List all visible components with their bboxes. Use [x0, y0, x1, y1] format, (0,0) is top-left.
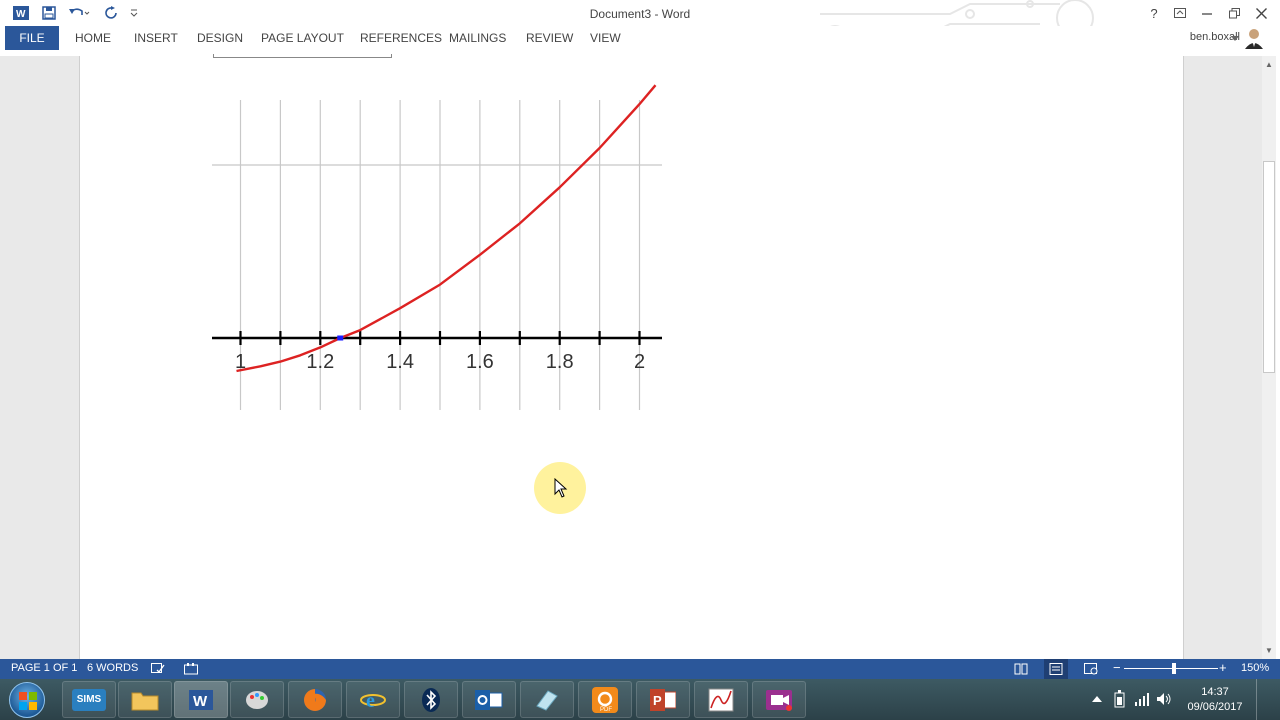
- x-tick-label: 1.6: [466, 351, 494, 373]
- taskbar-firefox-icon[interactable]: [288, 681, 342, 718]
- grid-vertical-lines: [239, 100, 641, 410]
- clock-time: 14:37: [1201, 686, 1229, 698]
- taskbar-bluetooth-icon[interactable]: [404, 681, 458, 718]
- show-desktop-button[interactable]: [1256, 679, 1280, 720]
- page-count[interactable]: PAGE 1 OF 1: [11, 662, 77, 674]
- start-button[interactable]: [9, 682, 45, 718]
- zoom-in-button[interactable]: +: [1219, 660, 1227, 675]
- taskbar-sims[interactable]: SIMS: [62, 681, 116, 718]
- series-group: [236, 84, 657, 373]
- system-clock[interactable]: 14:37 09/06/2017: [1176, 685, 1254, 715]
- zoom-slider-thumb[interactable]: [1172, 663, 1176, 674]
- taskbar-media-app-icon[interactable]: [752, 681, 806, 718]
- volume-icon[interactable]: [1156, 691, 1172, 707]
- network-signal-icon[interactable]: [1134, 691, 1150, 707]
- zoom-out-button[interactable]: −: [1113, 660, 1121, 675]
- taskbar-word-icon[interactable]: W: [174, 681, 228, 718]
- zoom-level[interactable]: 150%: [1241, 662, 1269, 674]
- windows-logo-icon: [19, 692, 37, 710]
- tray-overflow-icon[interactable]: [1092, 695, 1102, 703]
- sims-label: SIMS: [72, 688, 106, 711]
- word-count[interactable]: 6 WORDS: [87, 662, 138, 674]
- battery-icon[interactable]: [1114, 690, 1126, 708]
- graph-chart[interactable]: 1 1.2 1.4 1.6 1.8 2: [0, 0, 1280, 720]
- taskbar-file-explorer-icon[interactable]: [118, 681, 172, 718]
- taskbar-internet-explorer-icon[interactable]: e: [346, 681, 400, 718]
- x-tick-label: 2: [634, 351, 645, 373]
- root-marker-point: [337, 335, 344, 341]
- taskbar-powerpoint-icon[interactable]: P: [636, 681, 690, 718]
- taskbar-paint-icon[interactable]: [230, 681, 284, 718]
- taskbar-outlook-icon[interactable]: [462, 681, 516, 718]
- svg-text:PDF: PDF: [600, 707, 612, 713]
- macro-record-icon[interactable]: [184, 663, 198, 675]
- proofing-icon[interactable]: [151, 663, 165, 675]
- svg-text:e: e: [366, 690, 375, 712]
- svg-text:W: W: [193, 693, 208, 710]
- x-tick-label: 1.4: [386, 351, 414, 373]
- clock-date: 09/06/2017: [1187, 701, 1243, 713]
- svg-text:P: P: [653, 693, 662, 708]
- scroll-up-icon[interactable]: ▲: [1262, 58, 1276, 72]
- taskbar-pdf-icon[interactable]: PDF: [578, 681, 632, 718]
- taskbar-graph-app-icon[interactable]: [694, 681, 748, 718]
- print-layout-icon: [1049, 663, 1063, 675]
- zoom-slider-track[interactable]: [1124, 668, 1218, 669]
- windows-taskbar: SIMS W e PDF P 14:37 09/06/2017: [0, 679, 1280, 720]
- print-layout-button[interactable]: [1044, 659, 1068, 679]
- taskbar-notes-icon[interactable]: [520, 681, 574, 718]
- marker-group: [337, 335, 344, 341]
- status-bar: PAGE 1 OF 1 6 WORDS − + 150%: [0, 659, 1280, 679]
- vertical-scrollbar[interactable]: ▲ ▼: [1262, 56, 1276, 659]
- scroll-down-icon[interactable]: ▼: [1262, 644, 1276, 658]
- series-line: [236, 84, 657, 373]
- x-tick-label: 1.8: [546, 351, 574, 373]
- x-tick-label: 1.2: [306, 351, 334, 373]
- web-layout-icon[interactable]: [1084, 663, 1098, 675]
- read-mode-icon[interactable]: [1014, 663, 1028, 675]
- mouse-pointer-icon: [554, 478, 568, 498]
- scrollbar-thumb[interactable]: [1263, 161, 1275, 373]
